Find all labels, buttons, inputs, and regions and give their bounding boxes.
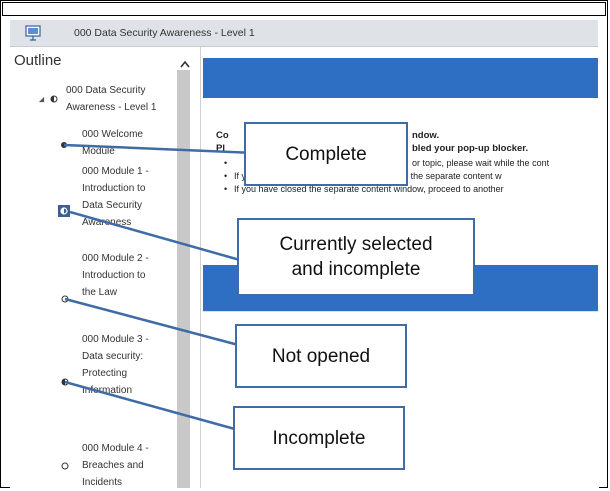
tree-item-label: 000 Module 4 -	[82, 443, 149, 454]
outline-header: Outline	[14, 52, 62, 69]
caret-up-icon[interactable]	[180, 60, 190, 68]
tree-item-label: 000 Welcome	[82, 129, 143, 140]
tree-item-label: 000 Data Security	[66, 85, 146, 96]
tree-item-label: Data security:	[82, 351, 144, 362]
expand-triangle-icon[interactable]	[38, 96, 45, 103]
tree-item-label: Data Security	[82, 200, 143, 211]
content-heading-end: ndow.	[412, 130, 440, 141]
tree-item-label: Module	[82, 146, 115, 157]
empty-circle-icon	[61, 295, 69, 303]
tree-item-label: Incidents	[82, 477, 123, 488]
tree-item-label: Protecting	[82, 368, 128, 379]
tree-item-label: 000 Module 3 -	[82, 334, 149, 345]
selected-square-icon	[58, 205, 70, 217]
outline-scrollbar-thumb[interactable]	[177, 70, 190, 488]
tree-item-label: Introduction to	[82, 270, 146, 281]
bullet-dot: •	[224, 184, 228, 194]
tree-item-label: 000 Module 1 -	[82, 166, 149, 177]
bullet-dot: •	[224, 171, 228, 181]
tree-item-label: Awareness - Level 1	[66, 102, 157, 113]
tree-item-label: Breaches and	[82, 460, 144, 471]
presentation-icon	[25, 25, 41, 41]
tree-item-label: Introduction to	[82, 183, 146, 194]
callout-selected-incomplete: Currently selected and incomplete	[237, 218, 475, 296]
tree-item-label: the Law	[82, 287, 118, 298]
content-line2-start: Pl	[216, 143, 225, 154]
tree-item-label: Awareness	[82, 217, 132, 228]
content-heading-start: Co	[216, 130, 229, 141]
tree-item-label: Information	[82, 385, 133, 396]
tree-item-label: 000 Module 2 -	[82, 253, 149, 264]
callout-not-opened: Not opened	[235, 324, 407, 388]
content-line2-end: bled your pop-up blocker.	[412, 143, 529, 154]
top-strip	[2, 2, 606, 16]
bullet-dot: •	[224, 158, 228, 168]
half-circle-icon	[61, 378, 69, 386]
window-title: 000 Data Security Awareness - Level 1	[74, 27, 255, 39]
empty-circle-icon	[61, 462, 69, 470]
filled-dot-icon	[61, 142, 67, 148]
half-filled-circle-icon	[50, 95, 58, 103]
callout-complete: Complete	[244, 122, 408, 186]
content-bullet-1: or topic, please wait while the cont	[412, 158, 550, 168]
callout-incomplete: Incomplete	[233, 406, 405, 470]
content-header-bar	[203, 58, 598, 98]
